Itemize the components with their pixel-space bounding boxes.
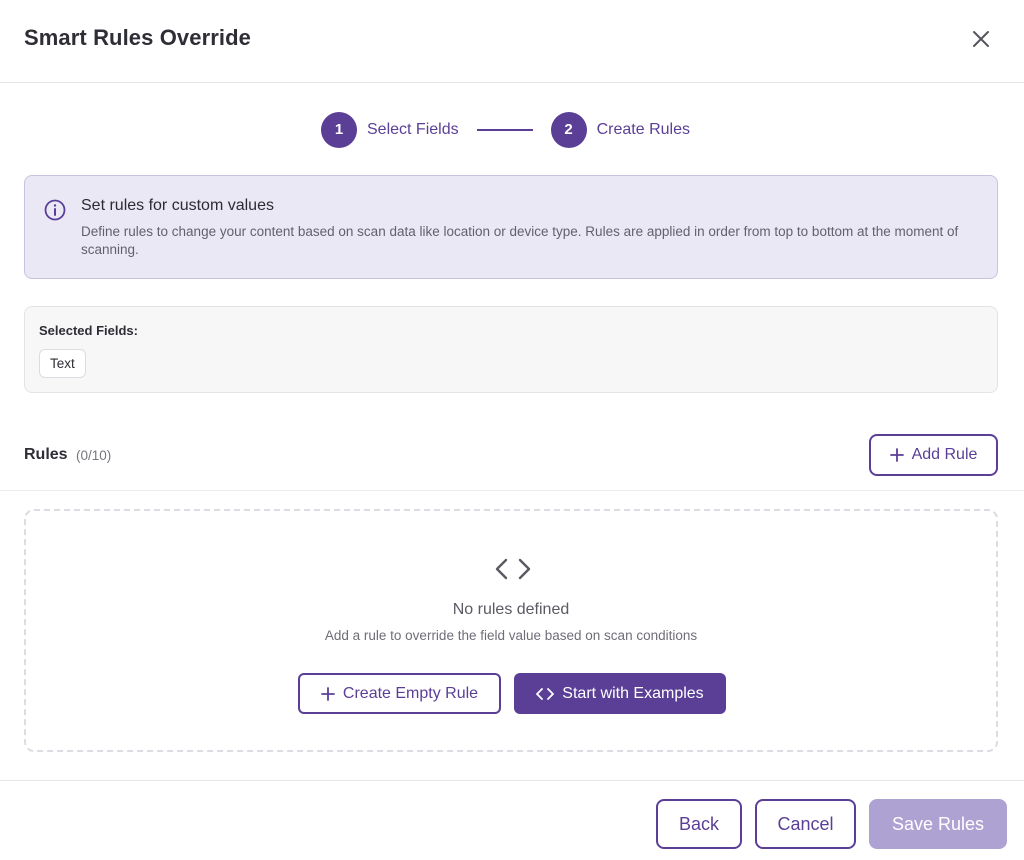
stepper: 1 Select Fields 2 Create Rules xyxy=(321,111,690,148)
info-title: Set rules for custom values xyxy=(81,197,274,214)
add-rule-button[interactable]: Add Rule xyxy=(869,434,998,476)
selected-fields-panel: Selected Fields: Text xyxy=(24,306,998,393)
section-divider xyxy=(0,490,1024,491)
step-2-label: Create Rules xyxy=(596,120,690,138)
dialog-header: Smart Rules Override xyxy=(0,0,1024,83)
start-with-examples-label: Start with Examples xyxy=(562,684,704,702)
empty-rules-state: No rules defined Add a rule to override … xyxy=(24,509,998,752)
back-button[interactable]: Back xyxy=(656,799,742,849)
start-with-examples-button[interactable]: Start with Examples xyxy=(514,673,726,714)
save-rules-button[interactable]: Save Rules xyxy=(869,799,1007,849)
code-icon xyxy=(495,558,531,580)
selected-fields-label: Selected Fields: xyxy=(39,323,138,338)
cancel-button[interactable]: Cancel xyxy=(755,799,856,849)
create-empty-rule-button[interactable]: Create Empty Rule xyxy=(298,673,501,714)
plus-icon xyxy=(889,448,904,462)
footer-divider xyxy=(0,780,1024,781)
plus-icon xyxy=(321,686,335,701)
close-icon xyxy=(973,31,989,47)
field-chip: Text xyxy=(39,349,86,378)
step-1-label: Select Fields xyxy=(367,120,459,138)
rules-count: (0/10) xyxy=(76,448,112,463)
rules-title: Rules xyxy=(24,446,68,463)
info-text: Define rules to change your content base… xyxy=(81,224,959,257)
step-1-circle: 1 xyxy=(321,111,357,148)
create-empty-rule-label: Create Empty Rule xyxy=(342,684,479,702)
empty-title: No rules defined xyxy=(452,601,570,618)
empty-subtitle: Add a rule to override the field value b… xyxy=(324,628,698,643)
step-connector xyxy=(476,128,533,131)
info-banner: Set rules for custom values Define rules… xyxy=(24,175,998,279)
code-icon xyxy=(536,687,555,700)
add-rule-label: Add Rule xyxy=(911,446,978,463)
info-icon xyxy=(44,199,66,221)
close-button[interactable] xyxy=(966,24,996,54)
step-2-circle: 2 xyxy=(550,111,587,148)
dialog-title: Smart Rules Override xyxy=(24,25,251,50)
